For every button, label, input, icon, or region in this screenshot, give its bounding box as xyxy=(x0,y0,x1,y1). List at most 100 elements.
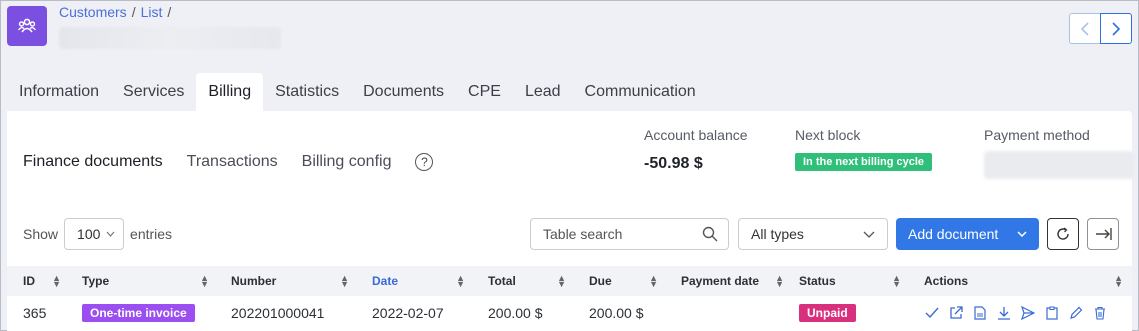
entries-label: entries xyxy=(130,226,173,242)
breadcrumb: Customers / List / xyxy=(59,4,172,20)
chevron-left-icon xyxy=(1080,21,1089,36)
row-actions xyxy=(924,305,1108,321)
cell-type: One-time invoice xyxy=(82,297,195,329)
column-type-label: Type xyxy=(82,274,110,288)
cell-due: 200.00 $ xyxy=(589,305,644,321)
status-badge: Unpaid xyxy=(799,304,856,322)
type-badge: One-time invoice xyxy=(82,304,195,322)
entries-select[interactable]: 100 xyxy=(64,218,125,250)
entries-control: Show 100 entries xyxy=(23,218,172,250)
send-icon[interactable] xyxy=(1020,305,1036,321)
customers-icon xyxy=(17,18,37,33)
payment-method-redacted xyxy=(984,151,1134,179)
sort-icon: ▲ ▼ xyxy=(1114,273,1123,289)
clipboard-icon[interactable] xyxy=(1044,305,1060,321)
app-icon[interactable] xyxy=(7,6,47,46)
add-document-button[interactable]: Add document xyxy=(896,218,1039,250)
entries-value: 100 xyxy=(77,226,101,242)
table-header: ID ▲ ▼ Type ▲ ▼ Number ▲ ▼ Date ▲ ▼ Total ▲ ▼ Due ▲… xyxy=(7,266,1132,296)
cell-id: 365 xyxy=(23,305,47,321)
chevron-right-icon xyxy=(1112,21,1121,36)
types-select[interactable]: All types xyxy=(738,218,888,250)
export-arrow-icon xyxy=(1096,228,1112,240)
download-icon[interactable] xyxy=(996,305,1012,321)
account-balance: Account balance -50.98 $ xyxy=(644,127,748,173)
column-total[interactable]: Total ▲ ▼ xyxy=(488,266,566,296)
column-number[interactable]: Number ▲ ▼ xyxy=(231,266,349,296)
breadcrumb-customers[interactable]: Customers xyxy=(59,4,127,20)
help-icon[interactable]: ? xyxy=(415,153,434,171)
sort-icon: ▲ ▼ xyxy=(892,273,901,289)
breadcrumb-list[interactable]: List xyxy=(141,4,163,20)
billing-subtabs: Finance documents Transactions Billing c… xyxy=(23,153,434,171)
record-pager xyxy=(1069,13,1132,44)
column-id-label: ID xyxy=(23,274,35,288)
add-document-label: Add document xyxy=(908,226,999,242)
sort-icon: ▲ ▼ xyxy=(200,273,209,289)
subtab-billing-config[interactable]: Billing config xyxy=(302,153,392,171)
sort-icon: ▲ ▼ xyxy=(649,273,658,289)
column-id[interactable]: ID ▲ ▼ xyxy=(23,266,61,296)
types-value: All types xyxy=(751,226,804,242)
chevron-down-icon xyxy=(1017,231,1027,237)
search-icon xyxy=(702,226,718,242)
cell-date: 2022-02-07 xyxy=(372,305,444,321)
sort-icon: ▲ ▼ xyxy=(557,273,566,289)
export-button[interactable] xyxy=(1087,218,1119,250)
refresh-icon xyxy=(1057,227,1069,240)
tab-cpe[interactable]: CPE xyxy=(456,73,513,111)
column-date-label: Date xyxy=(372,274,399,288)
column-payment-date[interactable]: Payment date ▲ ▼ xyxy=(681,266,784,296)
payment-method-label: Payment method xyxy=(984,127,1090,143)
column-actions-label: Actions xyxy=(924,274,969,288)
column-due[interactable]: Due ▲ ▼ xyxy=(589,266,658,296)
tab-documents[interactable]: Documents xyxy=(351,73,456,111)
sort-icon: ▲ ▼ xyxy=(340,273,349,289)
next-block-label: Next block xyxy=(795,127,861,143)
account-balance-value: -50.98 $ xyxy=(644,155,703,172)
chevron-down-icon xyxy=(863,231,875,238)
column-status[interactable]: Status ▲ ▼ xyxy=(799,266,901,296)
subtab-transactions[interactable]: Transactions xyxy=(187,153,278,171)
cell-number: 202201000041 xyxy=(231,305,325,321)
column-total-label: Total xyxy=(488,274,516,288)
previous-button[interactable] xyxy=(1069,13,1101,44)
main-tabs: Information Services Billing Statistics … xyxy=(7,73,708,111)
column-type[interactable]: Type ▲ ▼ xyxy=(82,266,209,296)
subtab-finance-documents[interactable]: Finance documents xyxy=(23,153,163,171)
show-label: Show xyxy=(23,226,59,242)
next-block: Next block In the next billing cycle xyxy=(795,127,933,171)
column-status-label: Status xyxy=(799,274,836,288)
account-balance-label: Account balance xyxy=(644,127,748,143)
sort-icon: ▲ ▼ xyxy=(456,273,465,289)
customer-name-redacted xyxy=(59,27,281,49)
tab-lead[interactable]: Lead xyxy=(513,73,573,111)
column-actions[interactable]: Actions ▲ ▼ xyxy=(924,266,1123,296)
pdf-file-icon[interactable] xyxy=(972,305,988,321)
column-date[interactable]: Date ▲ ▼ xyxy=(372,266,465,296)
payment-method: Payment method xyxy=(984,127,1134,179)
tab-statistics[interactable]: Statistics xyxy=(263,73,351,111)
table-search-input[interactable]: Table search xyxy=(530,218,729,250)
chevron-down-icon xyxy=(106,231,115,237)
refresh-button[interactable] xyxy=(1047,218,1079,250)
tab-communication[interactable]: Communication xyxy=(573,73,708,111)
table-toolbar: Show 100 entries Table search All types … xyxy=(23,218,1128,250)
next-block-badge: In the next billing cycle xyxy=(795,153,933,171)
tab-services[interactable]: Services xyxy=(111,73,196,111)
next-button[interactable] xyxy=(1100,13,1132,44)
cell-actions xyxy=(924,297,1108,329)
delete-trash-icon[interactable] xyxy=(1092,305,1108,321)
column-due-label: Due xyxy=(589,274,612,288)
edit-pencil-icon[interactable] xyxy=(1068,305,1084,321)
tab-information[interactable]: Information xyxy=(7,73,111,111)
table-search-placeholder: Table search xyxy=(543,226,623,242)
cell-status: Unpaid xyxy=(799,297,856,329)
table-row[interactable]: 365 One-time invoice 202201000041 2022-0… xyxy=(7,297,1132,329)
column-payment-date-label: Payment date xyxy=(681,274,760,288)
tab-billing[interactable]: Billing xyxy=(196,73,264,111)
open-external-icon[interactable] xyxy=(948,305,964,321)
column-number-label: Number xyxy=(231,274,277,288)
mark-paid-check-icon[interactable] xyxy=(924,305,940,321)
sort-icon: ▲ ▼ xyxy=(52,273,61,289)
